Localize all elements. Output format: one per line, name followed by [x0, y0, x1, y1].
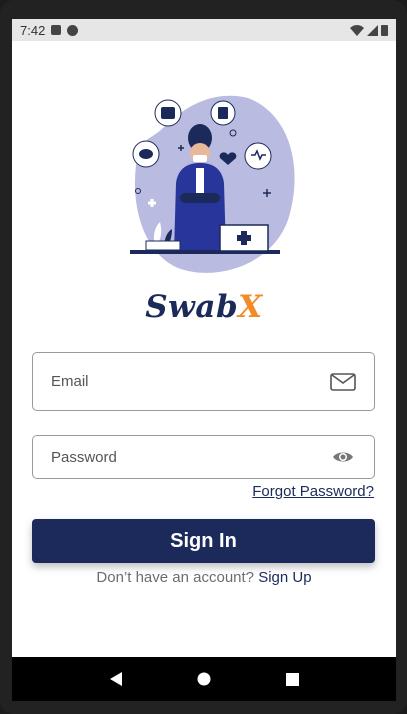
home-icon[interactable] [192, 667, 216, 691]
recents-icon[interactable] [280, 667, 304, 691]
notification-icon-2 [67, 24, 79, 36]
eye-icon[interactable] [330, 447, 356, 467]
envelope-icon [330, 372, 356, 392]
app-screen: SwabX Forgot Password? Sign In Don’t hav… [12, 19, 396, 657]
nurse-illustration [130, 95, 295, 273]
navigation-bar [12, 657, 396, 701]
password-field[interactable] [32, 435, 375, 479]
email-input[interactable] [51, 373, 330, 390]
wifi-icon [350, 24, 364, 36]
brand-name-part2: X [238, 289, 263, 325]
brand-logo: SwabX [12, 289, 396, 325]
status-time: 7:42 [20, 22, 46, 38]
forgot-password-link[interactable]: Forgot Password? [252, 483, 374, 500]
signup-prompt: Don’t have an account? [96, 569, 255, 586]
status-bar: 7:42 [12, 19, 396, 41]
battery-icon [381, 25, 388, 36]
back-icon[interactable] [104, 667, 128, 691]
notification-icon [51, 25, 62, 35]
email-field[interactable] [32, 352, 375, 411]
brand-name-part1: Swab [145, 289, 239, 325]
signup-row: Don’t have an account? Sign Up [12, 569, 396, 586]
sign-up-link[interactable]: Sign Up [258, 569, 311, 586]
password-input[interactable] [51, 448, 330, 466]
signal-icon [367, 24, 378, 36]
sign-in-button[interactable]: Sign In [32, 519, 375, 563]
